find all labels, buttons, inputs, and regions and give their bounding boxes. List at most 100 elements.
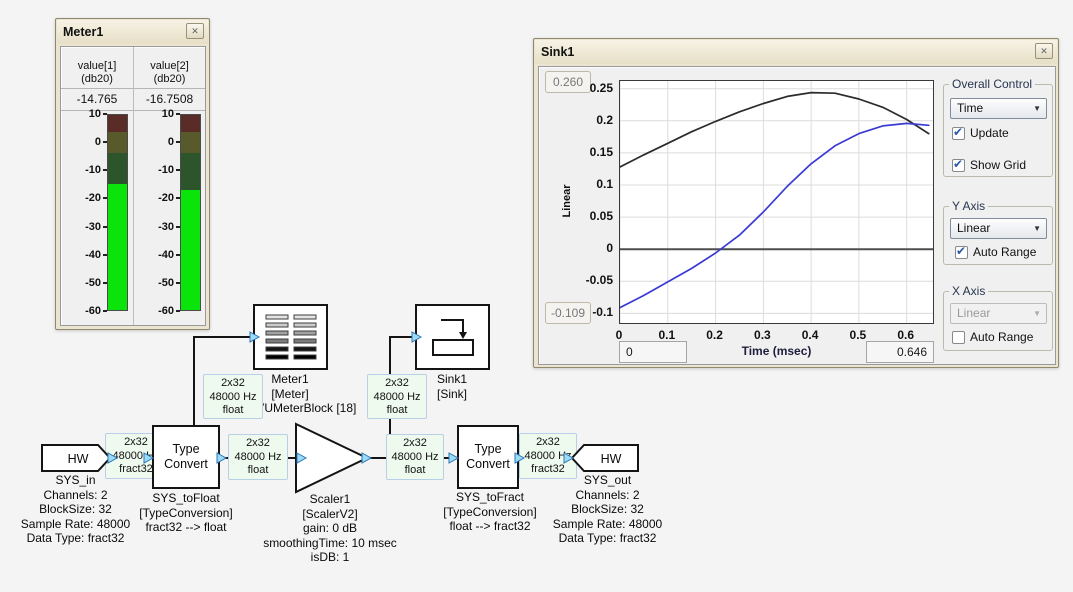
wire-type-line: 2x32 xyxy=(204,377,262,391)
show-grid-checkbox[interactable] xyxy=(952,159,965,172)
update-checkbox[interactable] xyxy=(952,127,965,140)
x-axis-label: Time (msec) xyxy=(689,344,864,358)
meter-tick-label: -40 xyxy=(61,248,101,262)
block-sink[interactable] xyxy=(415,304,490,370)
sink-icon xyxy=(417,306,488,368)
meter-channel: value[1](db20)-14.765100-10-20-30-40-50-… xyxy=(61,47,133,325)
meter-tick-label: 0 xyxy=(61,135,101,149)
port-arrow-icon xyxy=(297,453,306,463)
label-line: Scaler1 xyxy=(225,492,435,507)
block-type-convert-in[interactable]: TypeConvert xyxy=(152,425,220,489)
label-line: Type xyxy=(459,442,517,457)
meter-bar-segment xyxy=(181,132,200,153)
label-line: BlockSize: 32 xyxy=(540,502,675,517)
meter-tick-label: -40 xyxy=(134,248,174,262)
sink1-window: Sink1 0.260 -0.109 Linear 0.250.20.150.1… xyxy=(533,38,1059,368)
block-meter[interactable] xyxy=(253,304,328,370)
meter-bar-segment xyxy=(108,115,127,132)
x-auto-range-checkbox[interactable] xyxy=(952,331,965,344)
sink1-close-icon[interactable] xyxy=(1035,43,1053,59)
show-grid-checkbox-row[interactable]: Show Grid xyxy=(952,158,1026,172)
x-min-field[interactable]: 0 xyxy=(619,341,687,363)
meter1-content: value[1](db20)-14.765100-10-20-30-40-50-… xyxy=(60,46,206,326)
vu-icon-bar xyxy=(293,347,316,352)
block-scaler[interactable] xyxy=(296,424,367,492)
wire-type-label: 2x3248000 Hzfloat xyxy=(203,374,263,419)
wire-type-line: 2x32 xyxy=(229,437,287,451)
scope-plot[interactable] xyxy=(619,80,934,324)
chevron-down-icon: ▼ xyxy=(1033,99,1041,119)
vu-icon-bar xyxy=(293,339,316,344)
meter-bar-segment xyxy=(108,153,127,184)
meter-tick-label: -60 xyxy=(61,304,101,318)
y-tick-label: 0.2 xyxy=(539,113,613,127)
label-line: [TypeConversion] xyxy=(420,505,560,520)
vu-icon-column xyxy=(265,315,288,360)
x-axis-group-label: X Axis xyxy=(949,284,988,298)
meter-tick-label: -20 xyxy=(134,191,174,205)
meter-bar-segment xyxy=(108,184,127,310)
meter1-close-icon[interactable] xyxy=(186,23,204,39)
label-line: Channels: 2 xyxy=(540,488,675,503)
vu-icon-column xyxy=(293,315,316,360)
vu-icon-bar xyxy=(265,331,288,336)
vu-icon-bar xyxy=(265,347,288,352)
x-max-field[interactable]: 0.646 xyxy=(866,341,934,363)
block-sys-out[interactable] xyxy=(572,445,638,471)
wire-type-line: 48000 Hz xyxy=(368,391,426,405)
meter-channel-unit: (db20) xyxy=(134,73,205,86)
y-tick-label: 0.15 xyxy=(539,145,613,159)
y-auto-range-checkbox-label: Auto Range xyxy=(973,245,1036,259)
overall-control-group-label: Overall Control xyxy=(949,77,1035,91)
sink1-titlebar[interactable]: Sink1 xyxy=(535,40,1057,64)
wire-type-line: float xyxy=(204,404,262,418)
overall-control-dropdown-value: Time xyxy=(957,101,983,115)
y-auto-range-checkbox[interactable] xyxy=(955,246,968,259)
label-line: gain: 0 dB xyxy=(225,521,435,536)
wire-type-line: 48000 Hz xyxy=(229,451,287,465)
block-type-convert-out[interactable]: TypeConvert xyxy=(457,425,519,489)
type-convert-out-label: SYS_toFract[TypeConversion]float --> fra… xyxy=(420,490,560,534)
wire-type-line: 48000 Hz xyxy=(520,450,576,464)
overall-control-dropdown[interactable]: Time ▼ xyxy=(950,98,1047,119)
label-line: Data Type: fract32 xyxy=(540,531,675,546)
y-axis-dropdown-value: Linear xyxy=(957,221,990,235)
wire-type-line: 48000 Hz xyxy=(204,391,262,405)
meter-tick-label: 10 xyxy=(134,107,174,121)
sink1-content: 0.260 -0.109 Linear 0.250.20.150.10.050-… xyxy=(538,66,1056,365)
meter1-window: Meter1 value[1](db20)-14.765100-10-20-30… xyxy=(55,18,210,330)
wire-type-label: 2x3248000 Hzfract32 xyxy=(519,433,577,479)
x-axis-dropdown-value: Linear xyxy=(957,306,990,320)
meter-channel-name: value[2] xyxy=(134,60,205,73)
meter-channel-header: value[1](db20) xyxy=(61,47,133,89)
meter-bar-segment xyxy=(181,153,200,190)
scaler-label: Scaler1[ScalerV2]gain: 0 dBsmoothingTime… xyxy=(225,492,435,565)
vu-meter-icon xyxy=(265,315,316,360)
meter-scale: 100-10-20-30-40-50-60 xyxy=(134,111,205,323)
meter-tick-label: -50 xyxy=(61,276,101,290)
x-tick-label: 0.3 xyxy=(742,328,782,342)
wire-type-label: 2x3248000 Hzfloat xyxy=(386,434,444,480)
x-tick-label: 0.2 xyxy=(695,328,735,342)
x-auto-range-checkbox-row[interactable]: Auto Range xyxy=(952,330,1033,344)
sys-out-label: SYS_outChannels: 2BlockSize: 32Sample Ra… xyxy=(540,473,675,546)
meter-bar xyxy=(107,114,128,311)
update-checkbox-row[interactable]: Update xyxy=(952,126,1009,140)
label-line: [ScalerV2] xyxy=(225,507,435,522)
chevron-down-icon: ▼ xyxy=(1033,304,1041,324)
wire-type-line: float xyxy=(229,464,287,478)
vu-icon-bar xyxy=(265,355,288,360)
label-line: Sample Rate: 48000 xyxy=(540,517,675,532)
sys-in-hw-label: HW xyxy=(68,452,89,466)
y-auto-range-checkbox-row[interactable]: Auto Range xyxy=(955,245,1036,259)
meter-scale: 100-10-20-30-40-50-60 xyxy=(61,111,133,323)
block-sys-in[interactable] xyxy=(42,445,110,471)
sys-out-hw-label: HW xyxy=(601,452,622,466)
vu-icon-bar xyxy=(293,355,316,360)
meter1-title: Meter1 xyxy=(63,25,103,39)
wire-type-line: 2x32 xyxy=(368,377,426,391)
wire-type-label: 2x3248000 Hzfloat xyxy=(228,434,288,480)
show-grid-checkbox-label: Show Grid xyxy=(970,158,1026,172)
y-axis-dropdown[interactable]: Linear ▼ xyxy=(950,218,1047,239)
x-tick-label: 0.6 xyxy=(886,328,926,342)
